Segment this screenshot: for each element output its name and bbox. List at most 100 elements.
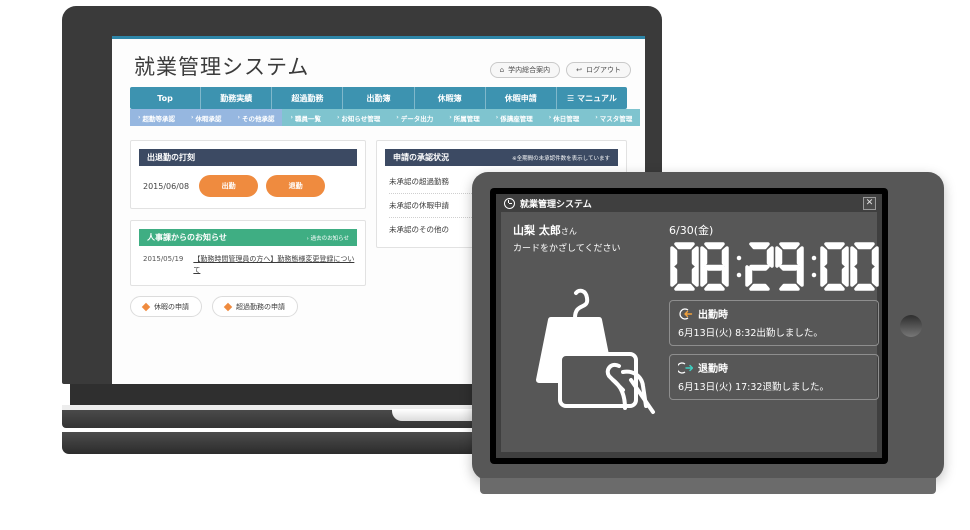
subnav-label: 超勤等承認: [142, 114, 175, 123]
clock-out-event-label: 退勤時: [698, 364, 728, 375]
campus-guide-label: 学内総合案内: [508, 66, 551, 74]
card-instruction: カードをかざしてください: [513, 244, 621, 254]
subnav-label: お知らせ管理: [341, 114, 381, 123]
subnav-item-overtime-approval[interactable]: › 超勤等承認: [130, 113, 183, 123]
nav-item-attendance-book[interactable]: 出勤簿: [343, 87, 415, 109]
subnav-item-master-admin[interactable]: › マスタ管理: [587, 113, 640, 123]
tablet-home-button[interactable]: [900, 315, 922, 337]
clock-icon: [504, 197, 515, 209]
subnav-label: 所属管理: [453, 114, 480, 123]
close-icon[interactable]: ✕: [863, 196, 876, 210]
tablet-app-title-label: 就業管理システム: [520, 199, 592, 210]
book-icon: ☰: [566, 93, 575, 103]
subnav-item-department-admin[interactable]: › 所属管理: [441, 113, 487, 123]
digital-clock: 08:29:00: [669, 239, 879, 291]
current-date: 6/30(金): [669, 224, 714, 237]
main-navigation: Top 勤務実績 超過勤務 出勤簿 休暇簿 休暇申請 ☰ マニュアル: [130, 87, 627, 109]
tablet-app-title: 就業管理システム: [504, 197, 592, 210]
clock-in-event-label: 出勤時: [698, 310, 728, 321]
tablet-bezel: 就業管理システム ✕ 山梨 太郎さん カードをかざしてください 6/30(金) …: [490, 188, 888, 464]
punch-card-title: 出退勤の打刻: [147, 153, 195, 162]
chevron-right-icon: ›: [138, 114, 141, 121]
overtime-request-label: 超過勤務の申請: [236, 302, 285, 311]
screenshot-stage: 就業管理システム ⌂ 学内総合案内 ↩ ログアウト Top 勤務実績 超過勤務 …: [0, 0, 970, 530]
notice-date: 2015/05/19: [143, 255, 184, 263]
logout-label: ログアウト: [586, 66, 621, 74]
subnav-item-notice-admin[interactable]: › お知らせ管理: [329, 113, 388, 123]
clock-segments: [670, 242, 879, 291]
subnav-label: その他承認: [241, 114, 275, 123]
tablet-base-shadow: [480, 478, 936, 494]
notice-card: 人事課からのお知らせ › 過去のお知らせ 2015/05/19 【勤務時間管理員…: [130, 220, 366, 286]
logout-button[interactable]: ↩ ログアウト: [566, 62, 631, 78]
user-name: 山梨 太郎さん: [513, 222, 663, 238]
subnav-item-other-approval[interactable]: › その他承認: [229, 113, 282, 123]
page-header: 就業管理システム ⌂ 学内総合案内 ↩ ログアウト: [112, 39, 645, 87]
logout-icon: ↩: [576, 65, 582, 74]
nav-item-manual[interactable]: ☰ マニュアル: [557, 87, 627, 109]
subnav-item-data-export[interactable]: › データ出力: [388, 113, 441, 123]
tablet-app-body: 山梨 太郎さん カードをかざしてください 6/30(金) 出勤時 6月13日(火…: [501, 212, 879, 452]
approval-card-header: 申請の承認状況 ※全期間の未承認件数を表示しています: [385, 149, 618, 166]
punch-card: 出退勤の打刻 2015/06/08 出勤 退勤: [130, 140, 366, 209]
clock-in-event-text: 6月13日(火) 8:32出勤しました。: [678, 328, 823, 339]
nav-item-leave-book[interactable]: 休暇簿: [415, 87, 486, 109]
overtime-request-button[interactable]: 超過勤務の申請: [212, 296, 298, 317]
tablet-titlebar: 就業管理システム ✕: [496, 194, 882, 212]
header-buttons: ⌂ 学内総合案内 ↩ ログアウト: [489, 62, 631, 81]
clock-out-event: 退勤時 6月13日(火) 17:32退勤しました。: [669, 354, 879, 400]
punch-card-body: 2015/06/08 出勤 退勤: [131, 166, 365, 208]
chevron-right-icon: ›: [190, 114, 194, 121]
arrow-out-icon: [678, 361, 693, 374]
left-column: 出退勤の打刻 2015/06/08 出勤 退勤 人事課からのお知らせ › 過去の…: [130, 140, 366, 286]
past-notices-link[interactable]: › 過去のお知らせ: [307, 234, 349, 242]
clock-out-event-header: 退勤時: [678, 360, 870, 375]
chevron-right-icon: ›: [548, 114, 552, 121]
subnav-label: マスタ管理: [599, 114, 633, 123]
campus-guide-button[interactable]: ⌂ 学内総合案内: [489, 62, 561, 78]
tablet-left-pane: 山梨 太郎さん カードをかざしてください: [513, 222, 663, 444]
chevron-right-icon: ›: [290, 114, 293, 121]
notice-link[interactable]: 【勤務時間管理員の方へ】勤務態様変更登録について: [193, 254, 355, 275]
punch-buttons: 出勤 退勤: [199, 175, 326, 197]
tablet-screen: 就業管理システム ✕ 山梨 太郎さん カードをかざしてください 6/30(金) …: [496, 194, 882, 458]
subnav-label: 休暇承認: [195, 114, 222, 123]
punch-date: 2015/06/08: [143, 181, 190, 191]
nav-item-overtime[interactable]: 超過勤務: [272, 87, 344, 109]
tablet-right-pane: 6/30(金) 出勤時 6月13日(火) 8:32出勤しました。 退勤時 6月1…: [663, 222, 879, 444]
clock-in-button[interactable]: 出勤: [199, 175, 259, 197]
chevron-right-icon: ›: [595, 114, 598, 121]
subnav-label: データ出力: [400, 114, 434, 123]
nav-item-work-record[interactable]: 勤務実績: [201, 87, 273, 109]
sub-navigation: › 超勤等承認 › 休暇承認 › その他承認 › 職員一覧 › お知らせ管理 › データ出力…: [130, 109, 641, 126]
notice-card-body: 2015/05/19 【勤務時間管理員の方へ】勤務態様変更登録について: [131, 246, 365, 285]
leave-request-button[interactable]: 休暇の申請: [130, 296, 202, 317]
chevron-right-icon: ›: [396, 114, 399, 121]
user-name-label: 山梨 太郎: [513, 224, 561, 237]
subnav-label: 休日管理: [553, 114, 580, 123]
nav-item-top[interactable]: Top: [130, 87, 202, 109]
sub-nav-group-admin: › 職員一覧 › お知らせ管理 › データ出力 › 所属管理 › 係講座管理 › 休日管理 …: [282, 109, 641, 126]
subnav-item-holiday-admin[interactable]: › 休日管理: [541, 113, 587, 123]
arrow-in-icon: [679, 307, 693, 320]
subnav-label: 係講座管理: [500, 114, 533, 123]
notice-card-header: 人事課からのお知らせ › 過去のお知らせ: [139, 229, 357, 246]
clock-out-button[interactable]: 退勤: [266, 175, 326, 197]
chevron-right-icon: ›: [495, 114, 499, 121]
punch-card-header: 出退勤の打刻: [139, 149, 357, 166]
sub-nav-group-approval: › 超勤等承認 › 休暇承認 › その他承認: [130, 109, 283, 126]
subnav-item-staff-list[interactable]: › 職員一覧: [282, 113, 328, 123]
approval-card-title: 申請の承認状況: [393, 153, 449, 162]
user-name-suffix: さん: [560, 227, 577, 236]
leave-request-label: 休暇の申請: [154, 302, 189, 311]
approval-card-note: ※全期間の未承認件数を表示しています: [512, 155, 610, 162]
subnav-item-leave-approval[interactable]: › 休暇承認: [183, 113, 229, 123]
clock-out-event-text: 6月13日(火) 17:32退勤しました。: [678, 382, 829, 393]
subnav-item-section-admin[interactable]: › 係講座管理: [488, 113, 541, 123]
chevron-right-icon: ›: [237, 114, 240, 121]
nav-item-leave-request[interactable]: 休暇申請: [486, 87, 557, 109]
clock-in-event-header: 出勤時: [678, 306, 870, 321]
home-icon: ⌂: [499, 65, 505, 74]
clock-in-event: 出勤時 6月13日(火) 8:32出勤しました。: [669, 300, 879, 346]
card-reader-hand-icon: [513, 254, 663, 444]
